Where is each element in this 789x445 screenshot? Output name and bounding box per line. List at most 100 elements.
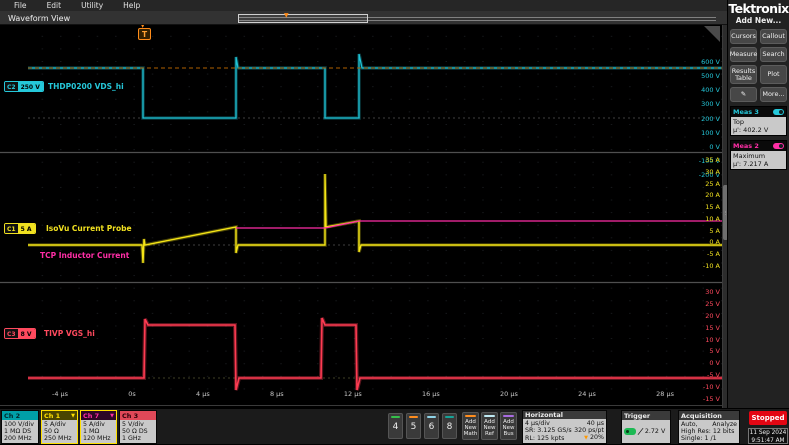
time-tick-label: 12 µs [344,390,362,398]
tab-waveform-view[interactable]: Waveform View [8,14,70,23]
channel-6-button[interactable]: 6 [424,413,439,439]
time-tick-label: 24 µs [578,390,596,398]
channel-scale: 5 A [18,224,35,233]
add-bus-label: Add New Bus [503,419,515,437]
trigger-badge[interactable]: Trigger / 2.72 V [621,410,671,444]
ch7-termination: 1 MΩ [83,428,114,435]
draw-annotation-button[interactable]: ✎ [730,87,757,102]
tool-buttons: Cursors Callout Measure Search Results T… [728,29,789,102]
acq-mode: Auto, [681,421,698,428]
menu-item[interactable]: File [14,1,27,10]
callout-button[interactable]: Callout [760,29,787,44]
ch2-termination: 1 MΩ DS [4,428,36,435]
axis-tick-label: 30 V [705,288,720,296]
channel-4-button[interactable]: 4 [388,413,403,439]
rising-edge-icon: / [637,428,643,435]
add-new-ref-button[interactable]: Add New Ref [481,412,498,440]
ch2-badge[interactable]: Ch 2 100 V/div 1 MΩ DS 200 MHz [1,410,39,444]
axis-tick-label: 10 A [705,215,720,223]
search-button[interactable]: Search [760,47,787,62]
menu-item[interactable]: Edit [47,1,62,10]
more-button[interactable]: More... [760,87,787,102]
time-tick-label: 28 µs [656,390,674,398]
results-table-button[interactable]: Results Table [730,65,757,84]
meas3-toggle[interactable] [773,109,784,115]
label-c3[interactable]: TIVP VGS_hi [44,329,95,338]
corner-resize-icon[interactable] [704,26,720,42]
axis-tick-label: 20 A [705,191,720,199]
time-axis: -4 µs0s4 µs8 µs12 µs16 µs20 µs24 µs28 µs [52,390,674,398]
trigger-position-marker[interactable]: T [138,28,151,40]
channel-8-label: 8 [447,422,453,432]
label-c1[interactable]: IsoVu Current Probe [46,224,132,233]
waveform-view[interactable]: 600 V500 V400 V300 V200 V100 V0 V-100 V-… [0,25,727,408]
ch3-name: Ch 3 [122,412,138,420]
channel-pill-c1[interactable]: C1 5 A [4,223,36,234]
meas2-value: µ': 7.217 A [733,160,784,168]
ch7-badge[interactable]: Ch 7 ▼ 5 A/div 1 MΩ 120 MHz [80,410,117,444]
axis-tick-label: -5 V [707,371,720,379]
ch3-scale: 5 V/div [122,421,154,428]
ch1-badge[interactable]: Ch 1 ▼ 5 A/div 50 Ω 250 MHz [41,410,78,444]
time-tick-label: 0s [128,390,136,398]
channel-scale: 250 V [18,82,43,91]
ch2-name: Ch 2 [4,412,20,420]
acq-single: Single: 1 /1 [681,435,737,442]
axis-tick-label: 0 V [709,143,720,151]
axis-tick-label: 30 A [705,168,720,176]
stopped-indicator[interactable]: Stopped [749,411,787,425]
waveform-canvas [0,0,727,408]
axis-tick-label: 25 A [705,180,720,188]
meas3-title: Meas 3 [733,108,759,116]
channel-8-button[interactable]: 8 [442,413,457,439]
axis-tick-label: 300 V [701,100,720,108]
time-tick-label: 16 µs [422,390,440,398]
ch1-bandwidth: 250 MHz [44,435,75,442]
time-tick-label: -4 µs [52,390,68,398]
acq-resolution: High Res: 12 bits [681,428,737,435]
pan-zoom-window[interactable] [238,14,368,23]
meas2-badge[interactable]: Meas 2 Maximum µ': 7.217 A [730,140,787,170]
label-c2[interactable]: THDP0200 VDS_hi [48,82,124,91]
ch7-scale: 5 A/div [83,421,114,428]
meas2-type: Maximum [733,152,784,160]
trigger-source-icon [624,428,636,435]
meas2-toggle[interactable] [773,143,784,149]
axis-tick-label: 400 V [701,86,720,94]
ch3-termination: 50 Ω DS [122,428,154,435]
add-ref-label: Add New Ref [484,419,496,437]
add-new-bus-button[interactable]: Add New Bus [500,412,517,440]
add-new-math-button[interactable]: Add New Math [462,412,479,440]
horizontal-span: 40 µs [587,420,604,427]
channel-5-button[interactable]: 5 [406,413,421,439]
axis-tick-label: 200 V [701,115,720,123]
axis-tick-label: 0 V [709,359,720,367]
axis-tick-label: 5 V [709,347,720,355]
label-c7[interactable]: TCP Inductor Current [40,251,129,260]
date-label: 11 Sep 2024 [749,430,787,438]
axis-tick-label: 25 V [705,300,720,308]
acquisition-title: Acquisition [681,412,722,420]
acquisition-badge[interactable]: Acquisition Auto, Analyze High Res: 12 b… [678,410,740,444]
pencil-icon: ✎ [741,91,746,98]
cursors-button[interactable]: Cursors [730,29,757,44]
tektronix-logo: Tektronix [728,0,789,16]
meas3-badge[interactable]: Meas 3 Top µ': 402.2 V [730,106,787,136]
axis-tick-label: 15 A [705,203,720,211]
horizontal-badge[interactable]: Horizontal 4 µs/div 40 µs SR: 3.125 GS/s… [522,410,607,444]
plot-button[interactable]: Plot [760,65,787,84]
channel-pill-c3[interactable]: C3 8 V [4,328,36,339]
channel-id: C1 [5,224,18,233]
right-panel: Tektronix Add New... Cursors Callout Mea… [727,0,789,444]
menu-bar: File Edit Utility Help [0,0,789,11]
horizontal-scale: 4 µs/div [525,420,550,427]
menu-item[interactable]: Utility [81,1,103,10]
channel-pill-c2[interactable]: C2 250 V [4,81,44,92]
ch3-badge[interactable]: Ch 3 5 V/div 50 Ω DS 1 GHz [119,410,157,444]
measure-button[interactable]: Measure [730,47,757,62]
channel-5-label: 5 [411,422,417,432]
ch7-name: Ch 7 [83,412,99,420]
channel-4-label: 4 [393,422,399,432]
add-math-label: Add New Math [464,419,478,437]
menu-item[interactable]: Help [123,1,140,10]
